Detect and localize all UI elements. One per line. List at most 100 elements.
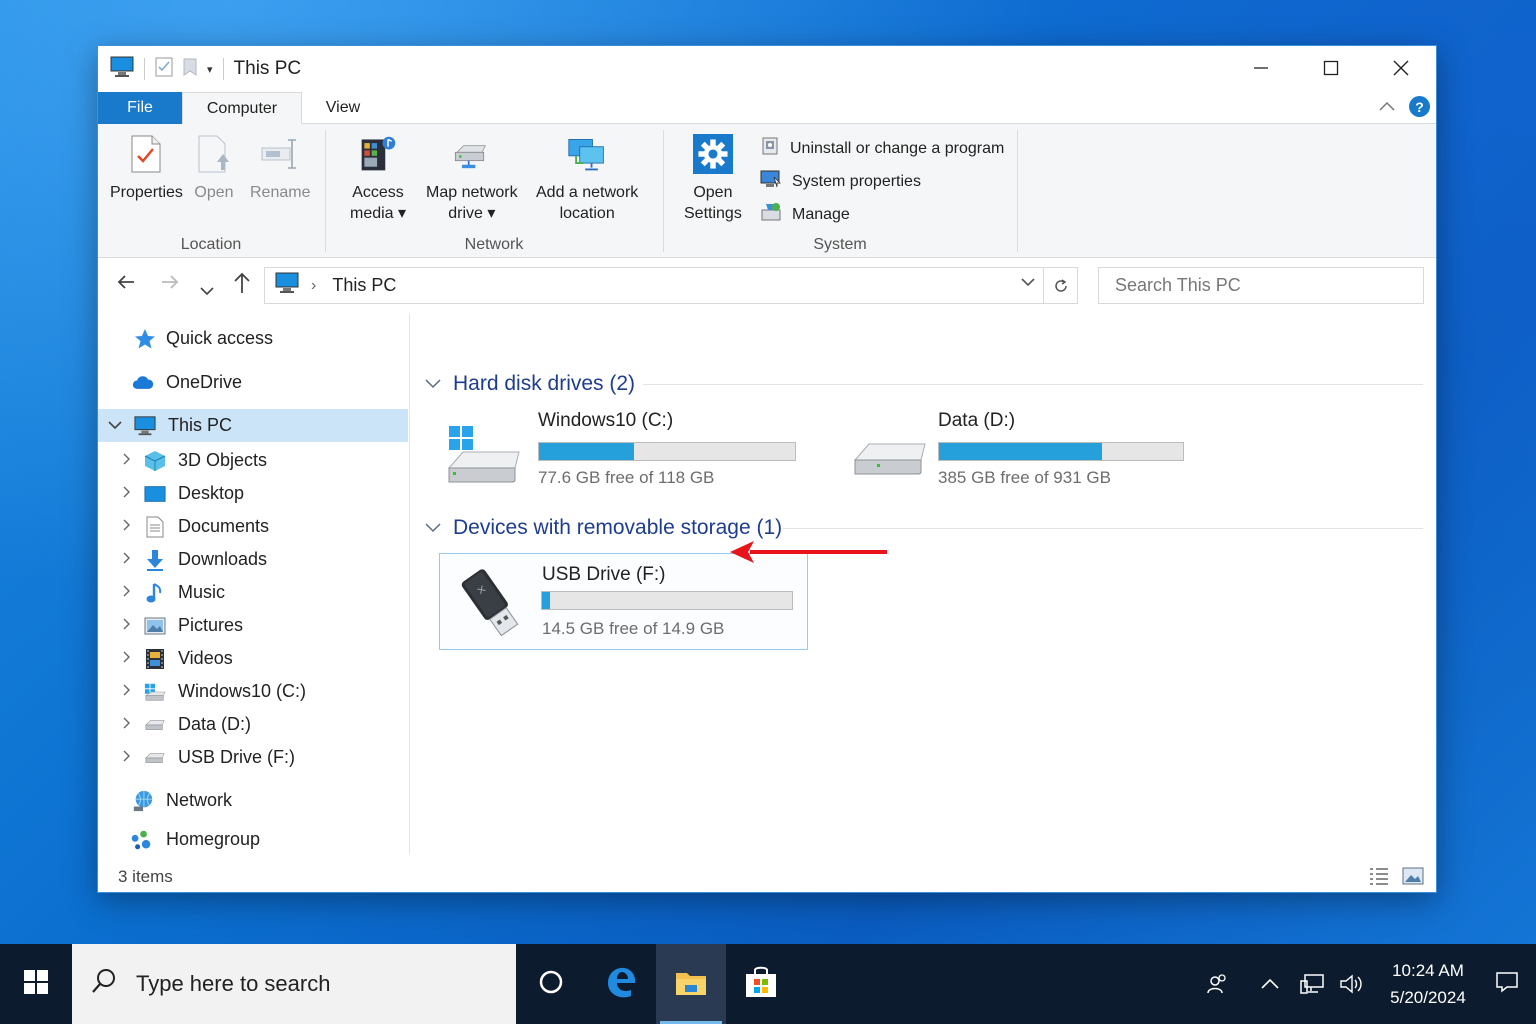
- nav-item-label: Desktop: [178, 483, 245, 503]
- nav-item-pictures[interactable]: Pictures: [98, 609, 408, 642]
- drive-windows10-c[interactable]: Windows10 (C:) 77.6 GB free of 118 GB: [445, 410, 805, 494]
- content-pane: Hard disk drives (2) Windows10 (C:) 77.6…: [411, 314, 1436, 854]
- access-media-label-2: media ▾: [350, 205, 407, 222]
- chevron-right-icon[interactable]: [122, 717, 130, 732]
- breadcrumb-separator[interactable]: ›: [311, 277, 316, 295]
- uninstall-program-button[interactable]: Uninstall or change a program: [760, 136, 1004, 161]
- homegroup-icon: [130, 829, 152, 851]
- recent-locations-icon[interactable]: [200, 276, 214, 302]
- system-properties-button[interactable]: System properties: [760, 169, 921, 194]
- cortana-button[interactable]: [516, 944, 586, 1024]
- nav-item-network[interactable]: Network: [98, 784, 408, 817]
- taskbar-search-box[interactable]: Type here to search: [72, 944, 516, 1024]
- properties-button[interactable]: Properties: [110, 132, 183, 203]
- forward-arrow-icon[interactable]: [160, 272, 180, 298]
- map-network-drive-label-1: Map network: [426, 184, 518, 201]
- large-icons-view-icon[interactable]: [1402, 866, 1424, 891]
- chevron-right-icon[interactable]: [122, 684, 130, 699]
- nav-item-downloads[interactable]: Downloads: [98, 543, 408, 576]
- properties-label: Properties: [110, 184, 183, 201]
- minimize-button[interactable]: [1226, 46, 1296, 90]
- nav-item-documents[interactable]: Documents: [98, 510, 408, 543]
- nav-item-label: Homegroup: [166, 829, 261, 849]
- nav-item-windows10-c[interactable]: Windows10 (C:): [98, 675, 408, 708]
- tab-file[interactable]: File: [98, 92, 182, 124]
- maximize-button[interactable]: [1296, 46, 1366, 90]
- open-settings-label-2: Settings: [684, 205, 742, 222]
- address-dropdown-icon[interactable]: [1021, 274, 1035, 290]
- manage-label: Manage: [792, 205, 850, 223]
- back-arrow-icon[interactable]: [116, 272, 136, 298]
- drive-usage-bar: [538, 442, 796, 461]
- item-count: 3 items: [118, 867, 173, 886]
- nav-item-this-pc[interactable]: This PC: [98, 409, 408, 442]
- nav-item-label: Documents: [178, 516, 270, 536]
- chevron-right-icon[interactable]: [122, 618, 130, 633]
- action-center-button[interactable]: [1478, 944, 1536, 1024]
- ribbon-panel: Properties Open Rename Location Access m…: [98, 124, 1436, 258]
- nav-item-music[interactable]: Music: [98, 576, 408, 609]
- search-input[interactable]: Search This PC: [1098, 267, 1424, 304]
- show-hidden-icons-chevron-icon[interactable]: [1252, 978, 1288, 990]
- chevron-right-icon[interactable]: [122, 750, 130, 765]
- network-group: Access media ▾ Map network drive ▾ Add a…: [326, 124, 662, 258]
- people-icon[interactable]: [1200, 973, 1236, 995]
- file-explorer-window: ▾ This PC File Computer View ? Propertie…: [97, 45, 1437, 893]
- nav-item-videos[interactable]: Videos: [98, 642, 408, 675]
- network-status-icon[interactable]: [1294, 973, 1330, 995]
- rename-button[interactable]: Rename: [250, 132, 310, 203]
- windows-logo-icon: [23, 969, 49, 1000]
- nav-item-usb-drive-f[interactable]: USB Drive (F:): [98, 741, 408, 774]
- open-button[interactable]: Open: [194, 132, 234, 203]
- chevron-down-icon[interactable]: [108, 418, 122, 433]
- up-arrow-icon[interactable]: [232, 272, 252, 300]
- details-view-icon[interactable]: [1368, 866, 1390, 891]
- nav-item-onedrive[interactable]: OneDrive: [98, 366, 408, 399]
- open-label: Open: [194, 184, 234, 201]
- manage-button[interactable]: Manage: [760, 202, 850, 227]
- store-taskbar-button[interactable]: [726, 944, 796, 1024]
- cortana-circle-icon: [538, 969, 564, 1000]
- nav-item-label: 3D Objects: [178, 450, 268, 470]
- refresh-button[interactable]: [1044, 267, 1078, 304]
- start-button[interactable]: [0, 944, 72, 1024]
- edge-taskbar-button[interactable]: [586, 944, 656, 1024]
- taskbar-clock[interactable]: 10:24 AM 5/20/2024: [1378, 957, 1478, 1011]
- access-media-button[interactable]: Access media ▾: [350, 132, 406, 224]
- chevron-right-icon[interactable]: [122, 486, 130, 501]
- file-explorer-taskbar-button[interactable]: [656, 944, 726, 1024]
- hard-disk-drives-header[interactable]: Hard disk drives (2): [425, 372, 635, 396]
- help-button[interactable]: ?: [1409, 96, 1430, 117]
- pictures-icon: [144, 615, 166, 637]
- add-network-location-button[interactable]: Add a network location: [536, 132, 638, 224]
- breadcrumb-this-pc[interactable]: This PC: [332, 275, 396, 296]
- address-bar[interactable]: › This PC: [264, 267, 1044, 304]
- drive-data-d[interactable]: Data (D:) 385 GB free of 931 GB: [851, 410, 1211, 494]
- notification-icon: [1495, 970, 1519, 999]
- chevron-right-icon[interactable]: [122, 453, 130, 468]
- open-settings-button[interactable]: Open Settings: [684, 132, 742, 224]
- close-button[interactable]: [1366, 46, 1436, 90]
- nav-item-homegroup[interactable]: Homegroup: [98, 823, 408, 856]
- nav-item-quick-access[interactable]: Quick access: [98, 322, 408, 355]
- chevron-right-icon[interactable]: [122, 651, 130, 666]
- chevron-right-icon[interactable]: [122, 585, 130, 600]
- manage-icon: [760, 202, 782, 227]
- customize-qat-icon[interactable]: ▾: [207, 63, 213, 76]
- open-settings-label-1: Open: [693, 184, 733, 201]
- tab-computer[interactable]: Computer: [182, 92, 302, 125]
- chevron-right-icon[interactable]: [122, 552, 130, 567]
- properties-qat-icon[interactable]: [155, 57, 173, 82]
- tab-view[interactable]: View: [308, 92, 378, 124]
- chevron-right-icon[interactable]: [122, 519, 130, 534]
- nav-item-data-d[interactable]: Data (D:): [98, 708, 408, 741]
- system-tray: 10:24 AM 5/20/2024: [1200, 944, 1536, 1024]
- new-folder-qat-icon[interactable]: [183, 58, 197, 81]
- cube-icon: [144, 450, 166, 472]
- nav-item-3d-objects[interactable]: 3D Objects: [98, 444, 408, 477]
- volume-icon[interactable]: [1334, 973, 1370, 995]
- map-network-drive-button[interactable]: Map network drive ▾: [426, 132, 518, 224]
- computer-icon: [110, 56, 134, 83]
- nav-item-desktop[interactable]: Desktop: [98, 477, 408, 510]
- collapse-ribbon-icon[interactable]: [1379, 98, 1395, 116]
